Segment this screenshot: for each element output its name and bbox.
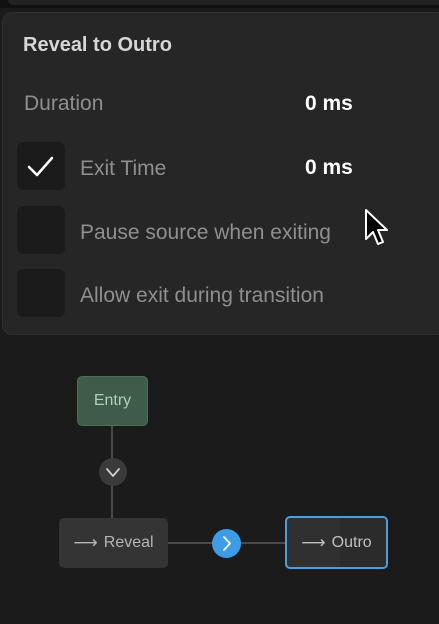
top-strip: [0, 0, 439, 8]
exit-time-label: Exit Time: [80, 157, 167, 180]
reveal-node[interactable]: ⟶ Reveal: [59, 518, 168, 568]
state-graph-canvas[interactable]: [0, 340, 439, 624]
checkmark-icon: [27, 156, 54, 177]
reveal-node-label: Reveal: [103, 534, 154, 551]
panel-title: Reveal to Outro: [23, 34, 172, 56]
top-strip-inner: [8, 0, 439, 5]
arrow-right-icon: ⟶: [301, 532, 326, 552]
transition-handle-selected[interactable]: [212, 529, 241, 558]
chevron-right-icon: [223, 536, 231, 551]
exit-time-checkbox[interactable]: [17, 142, 65, 190]
exit-time-value[interactable]: 0 ms: [305, 156, 353, 180]
pause-source-checkbox[interactable]: [17, 206, 65, 254]
mouse-cursor-icon: [365, 209, 388, 245]
outro-node[interactable]: ⟶ Outro: [285, 516, 388, 569]
entry-transition-handle[interactable]: [99, 458, 127, 486]
arrow-right-icon: ⟶: [73, 533, 98, 552]
chevron-down-icon: [106, 468, 120, 477]
outro-node-label: Outro: [331, 533, 372, 551]
entry-node-label: Entry: [93, 392, 132, 409]
duration-value[interactable]: 0 ms: [305, 92, 353, 116]
pause-source-label: Pause source when exiting: [80, 221, 331, 244]
duration-label: Duration: [24, 92, 104, 115]
allow-exit-label: Allow exit during transition: [80, 284, 324, 307]
allow-exit-checkbox[interactable]: [17, 269, 65, 317]
entry-node[interactable]: Entry: [77, 376, 148, 426]
